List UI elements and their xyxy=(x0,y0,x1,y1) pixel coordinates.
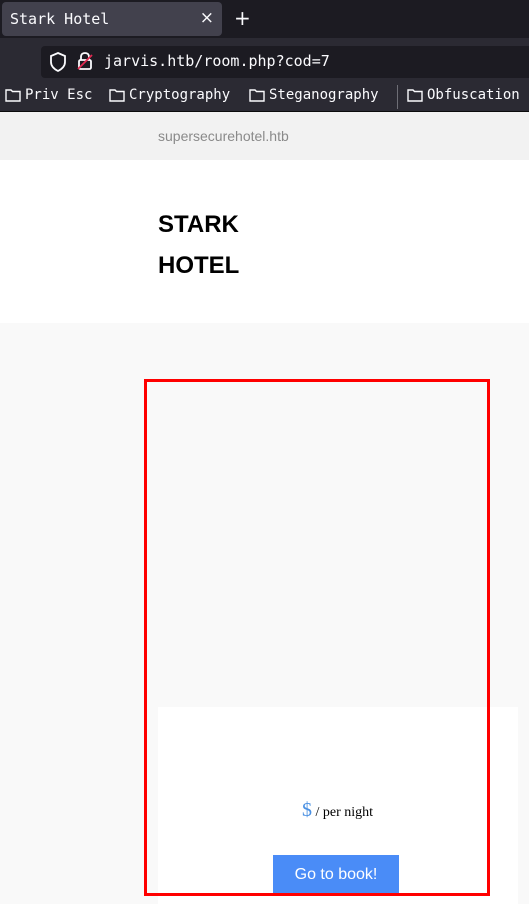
new-tab-icon[interactable]: + xyxy=(234,6,251,30)
folder-icon xyxy=(5,89,21,102)
brand-line-2: HOTEL xyxy=(158,252,240,279)
bookmark-obfuscation[interactable]: Obfuscation xyxy=(407,87,520,103)
nav-bar: jarvis.htb/room.php?cod=7 xyxy=(0,38,529,82)
url-bar[interactable]: jarvis.htb/room.php?cod=7 xyxy=(41,46,529,78)
insecure-lock-icon[interactable] xyxy=(77,51,93,76)
folder-icon xyxy=(109,89,125,102)
tab-title: Stark Hotel xyxy=(10,10,110,28)
bookmark-steganography[interactable]: Steganography xyxy=(249,87,379,103)
bookmark-label: Cryptography xyxy=(129,87,231,103)
site-logo[interactable]: STARK HOTEL xyxy=(158,204,278,286)
bookmark-label: Obfuscation xyxy=(427,87,520,103)
highlight-box xyxy=(144,379,490,896)
page-content: supersecurehotel.htb STARK HOTEL $ / per… xyxy=(0,112,529,904)
folder-icon xyxy=(407,89,423,102)
close-tab-icon[interactable]: × xyxy=(200,8,214,28)
bookmark-label: Steganography xyxy=(269,87,379,103)
bookmark-separator xyxy=(397,85,398,109)
site-domain: supersecurehotel.htb xyxy=(158,128,289,144)
folder-icon xyxy=(249,89,265,102)
bookmark-label: Priv Esc xyxy=(25,87,93,103)
bookmarks-bar: Priv Esc Cryptography Steganography Obfu… xyxy=(0,82,529,112)
brand-line-1: STARK xyxy=(158,211,239,238)
site-header: STARK HOTEL xyxy=(0,160,529,323)
shield-icon[interactable] xyxy=(49,52,67,77)
url-text[interactable]: jarvis.htb/room.php?cod=7 xyxy=(104,52,330,70)
active-tab[interactable]: Stark Hotel × xyxy=(2,2,222,36)
site-top-bar: supersecurehotel.htb xyxy=(0,112,529,160)
tab-bar: Stark Hotel × + xyxy=(0,0,529,38)
bookmark-priv-esc[interactable]: Priv Esc xyxy=(5,87,92,103)
bookmark-cryptography[interactable]: Cryptography xyxy=(109,87,230,103)
